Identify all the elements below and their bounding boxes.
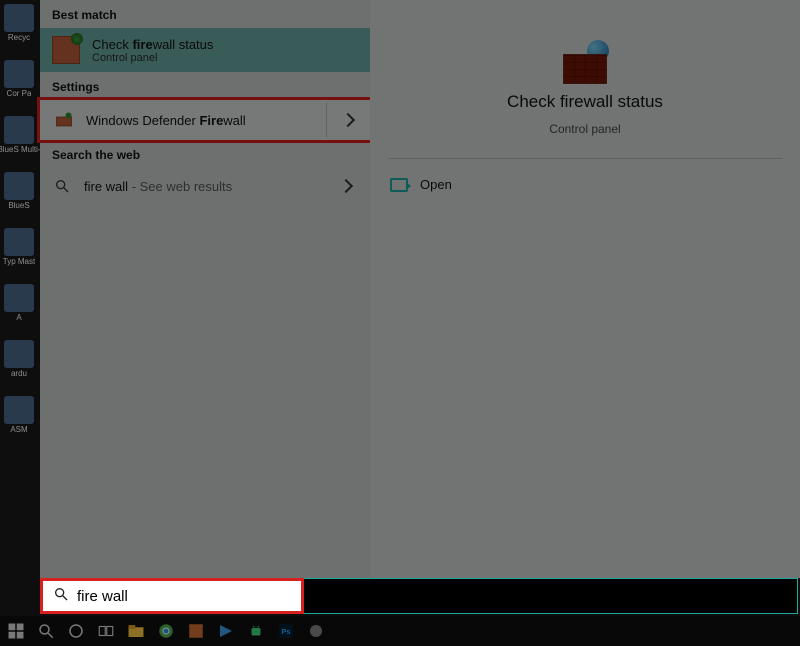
open-label: Open [420, 177, 452, 192]
vscode-icon[interactable] [214, 619, 238, 643]
open-icon [390, 178, 408, 192]
section-best-match: Best match [40, 0, 370, 28]
detail-title: Check firewall status [507, 92, 663, 112]
detail-subtitle: Control panel [549, 122, 620, 136]
result-detail-pane: Check firewall status Control panel Open [370, 0, 800, 578]
web-search-result[interactable]: fire wall - See web results [40, 168, 370, 204]
taskbar-search-icon[interactable] [34, 619, 58, 643]
photoshop-icon[interactable]: Ps [274, 619, 298, 643]
search-input[interactable] [77, 588, 291, 605]
svg-text:Ps: Ps [281, 627, 290, 636]
open-action[interactable]: Open [370, 169, 800, 200]
web-result-label: fire wall - See web results [84, 179, 322, 194]
desktop-icon[interactable]: Cor Pa [2, 60, 36, 102]
chevron-right-icon [339, 179, 353, 193]
start-search-panel: Best match Check firewall status Control… [40, 0, 370, 578]
android-icon[interactable] [244, 619, 268, 643]
best-match-texts: Check firewall status Control panel [92, 37, 213, 64]
desktop-icon[interactable]: A [2, 284, 36, 326]
search-row [40, 578, 798, 614]
settings-result-label: Windows Defender Firewall [86, 113, 314, 128]
settings-result-defender-firewall[interactable]: Windows Defender Firewall [40, 100, 370, 140]
firewall-large-icon [557, 40, 613, 84]
best-match-subtitle: Control panel [92, 52, 213, 64]
chevron-right-icon [340, 113, 354, 127]
cortana-icon[interactable] [64, 619, 88, 643]
search-row-remainder [303, 579, 797, 613]
search-icon [52, 176, 72, 196]
section-settings: Settings [40, 72, 370, 100]
best-match-result[interactable]: Check firewall status Control panel [40, 28, 370, 72]
best-match-title: Check firewall status [92, 37, 213, 52]
taskbar: Ps [0, 616, 800, 646]
desktop-icons-column: Recyc Cor Pa BlueS Multi- BlueS Typ Mast… [0, 0, 40, 452]
taskbar-app-icon[interactable] [304, 619, 328, 643]
desktop-icon[interactable]: ardu [2, 340, 36, 382]
chrome-icon[interactable] [154, 619, 178, 643]
file-explorer-icon[interactable] [124, 619, 148, 643]
firewall-small-icon [54, 110, 74, 130]
desktop-icon[interactable]: Typ Mast [2, 228, 36, 270]
section-search-web: Search the web [40, 140, 370, 168]
taskbar-app-icon[interactable] [184, 619, 208, 643]
desktop-icon[interactable]: BlueS Multi- [2, 116, 36, 158]
desktop-icon[interactable]: ASM [2, 396, 36, 438]
desktop-icon[interactable]: BlueS [2, 172, 36, 214]
firewall-icon [52, 36, 80, 64]
desktop-icon[interactable]: Recyc [2, 4, 36, 46]
expand-chevron[interactable] [334, 181, 358, 191]
expand-chevron[interactable] [326, 102, 368, 138]
divider [388, 158, 782, 159]
search-icon [53, 586, 69, 607]
search-box[interactable] [43, 581, 301, 611]
task-view-icon[interactable] [94, 619, 118, 643]
start-button[interactable] [4, 619, 28, 643]
